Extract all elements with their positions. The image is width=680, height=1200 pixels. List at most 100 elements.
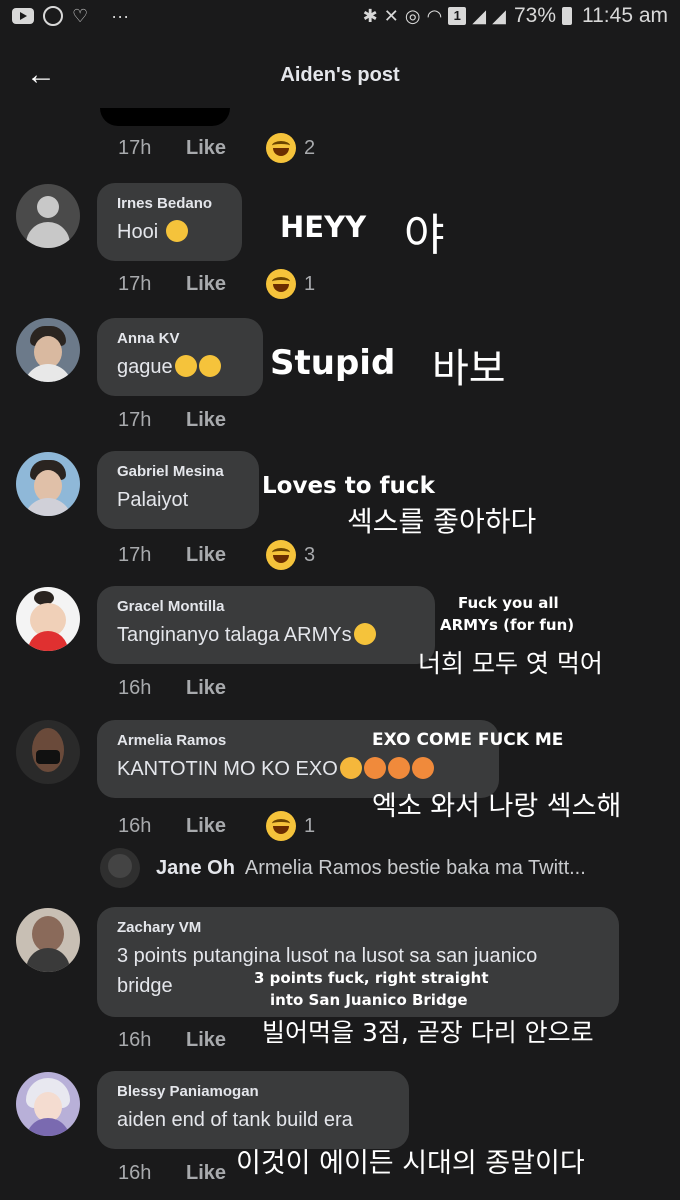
page-title: Aiden's post xyxy=(280,63,400,86)
laughing-emoji-icon xyxy=(198,355,221,377)
comment-meta: 16h Like xyxy=(118,1162,226,1185)
bluetooth-icon: ✱ xyxy=(362,5,378,26)
like-button[interactable]: Like xyxy=(186,544,226,567)
comment-author[interactable]: Irnes Bedano xyxy=(117,195,222,212)
comment-author[interactable]: Gabriel Mesina xyxy=(117,463,239,480)
comment-bubble[interactable]: Anna KV gague xyxy=(97,318,263,396)
comment-time: 16h xyxy=(118,814,152,837)
comment-text: KANTOTIN MO KO EXO xyxy=(117,758,338,780)
like-button[interactable]: Like xyxy=(186,409,226,432)
comment-meta: 16h Like 1 xyxy=(118,811,315,841)
haha-reaction-icon xyxy=(266,269,297,299)
alarm-icon: ◎ xyxy=(404,5,421,26)
status-left: ♡ ··· xyxy=(12,6,129,27)
comment-time: 17h xyxy=(118,272,152,295)
overlay-text: into San Juanico Bridge xyxy=(270,991,468,1009)
comment-meta: 16h Like xyxy=(118,1029,226,1052)
overlay-korean: 빌어먹을 3점, 곧장 다리 안으로 xyxy=(262,1018,594,1047)
like-button[interactable]: Like xyxy=(186,1029,226,1052)
flushed-emoji-icon xyxy=(339,757,362,779)
comment-time: 16h xyxy=(118,1162,152,1184)
reply-author[interactable]: Jane Oh xyxy=(156,857,235,880)
comment-bubble[interactable]: Blessy Paniamogan aiden end of tank buil… xyxy=(97,1071,409,1149)
comment-meta: 17h Like 2 xyxy=(118,133,315,163)
overlay-korean: 바보 xyxy=(432,346,506,392)
reply-avatar[interactable] xyxy=(100,848,140,888)
comment-author[interactable]: Blessy Paniamogan xyxy=(117,1083,389,1100)
avatar[interactable] xyxy=(16,318,80,382)
comment-bubble[interactable]: Gracel Montilla Tanginanyo talaga ARMYs xyxy=(97,586,435,664)
overlay-korean: 야 xyxy=(404,210,445,261)
comment-text: aiden end of tank build era xyxy=(117,1109,353,1131)
overlay-text: HEYY xyxy=(280,210,367,244)
reply-text: Armelia Ramos bestie baka ma Twitt... xyxy=(244,856,586,879)
mute-icon: ✕ xyxy=(383,5,399,26)
reaction-count[interactable]: 1 xyxy=(266,811,315,841)
comment-time: 17h xyxy=(118,409,152,431)
avatar[interactable] xyxy=(16,587,80,651)
avatar[interactable] xyxy=(16,452,80,516)
like-button[interactable]: Like xyxy=(186,677,226,700)
signal-icon-2: ◢ xyxy=(492,5,506,26)
overlay-korean: 엑소 와서 나랑 섹스해 xyxy=(372,791,622,822)
cropped-comment-bubble xyxy=(100,108,230,126)
status-bar: ♡ ··· ✱ ✕ ◎ ◠ 1 ◢ ◢ 73% 11:45 am xyxy=(0,0,680,32)
comment-author[interactable]: Anna KV xyxy=(117,330,243,347)
status-right: ✱ ✕ ◎ ◠ 1 ◢ ◢ 73% 11:45 am xyxy=(363,4,668,28)
like-button[interactable]: Like xyxy=(186,137,226,160)
angry-emoji-icon xyxy=(411,757,434,779)
signal-icon: ◢ xyxy=(472,5,487,26)
avatar[interactable] xyxy=(16,1072,80,1136)
angry-emoji-icon xyxy=(363,757,386,779)
haha-reaction-icon xyxy=(266,811,297,841)
crying-emoji-icon xyxy=(165,220,188,242)
overlay-korean: 섹스를 좋아하다 xyxy=(347,505,537,538)
comment-time: 17h xyxy=(118,543,152,566)
like-button[interactable]: Like xyxy=(186,1162,226,1185)
reaction-count[interactable]: 2 xyxy=(266,133,315,163)
comment-meta: 17h Like xyxy=(118,409,226,432)
comment-time: 17h xyxy=(118,136,152,159)
crying-emoji-icon xyxy=(353,623,376,645)
comment-text: 3 points putangina lusot na lusot sa san… xyxy=(117,945,538,967)
comment-meta: 16h Like xyxy=(118,677,226,700)
reply-preview[interactable]: Jane Oh Armelia Ramos bestie baka ma Twi… xyxy=(100,848,586,888)
wifi-icon: ◠ xyxy=(426,5,443,26)
battery-percent: 73% xyxy=(513,4,556,27)
comment-meta: 17h Like 3 xyxy=(118,540,315,570)
haha-reaction-icon xyxy=(266,133,297,163)
comment-bubble[interactable]: Irnes Bedano Hooi xyxy=(97,183,242,261)
comment-meta: 17h Like 1 xyxy=(118,269,315,299)
like-button[interactable]: Like xyxy=(186,273,226,296)
comment-bubble[interactable]: Gabriel Mesina Palaiyot xyxy=(97,451,259,529)
overlay-text: Loves to fuck xyxy=(262,473,435,499)
clock: 11:45 am xyxy=(582,4,668,27)
like-button[interactable]: Like xyxy=(186,815,226,838)
haha-reaction-icon xyxy=(266,540,297,570)
overlay-text: Stupid xyxy=(270,343,396,383)
comment-text: Hooi xyxy=(117,221,159,243)
comment-text: gague xyxy=(117,356,173,378)
overlay-text: EXO COME FUCK ME xyxy=(372,730,564,750)
overlay-text: Fuck you all xyxy=(458,594,559,612)
comment-author[interactable]: Gracel Montilla xyxy=(117,598,415,615)
overlay-text: ARMYs (for fun) xyxy=(440,616,575,634)
reaction-count[interactable]: 1 xyxy=(266,269,315,299)
crying-emoji-icon xyxy=(174,355,197,377)
messenger-icon xyxy=(43,6,63,26)
comment-time: 16h xyxy=(118,1029,152,1051)
sim-badge: 1 xyxy=(448,7,467,25)
post-header: ← Aiden's post xyxy=(0,52,680,98)
avatar[interactable] xyxy=(16,720,80,784)
youtube-icon xyxy=(12,8,34,24)
comment-author[interactable]: Zachary VM xyxy=(117,919,599,936)
avatar[interactable] xyxy=(16,184,80,248)
overlay-korean: 너희 모두 엿 먹어 xyxy=(418,649,603,678)
avatar[interactable] xyxy=(16,908,80,972)
comment-text: Palaiyot xyxy=(117,489,189,511)
heart-icon: ♡ xyxy=(72,5,89,26)
reaction-count[interactable]: 3 xyxy=(266,540,315,570)
angry-emoji-icon xyxy=(387,757,410,779)
overlay-korean: 이것이 에이든 시대의 종말이다 xyxy=(236,1148,585,1179)
back-arrow-icon[interactable]: ← xyxy=(26,58,56,92)
